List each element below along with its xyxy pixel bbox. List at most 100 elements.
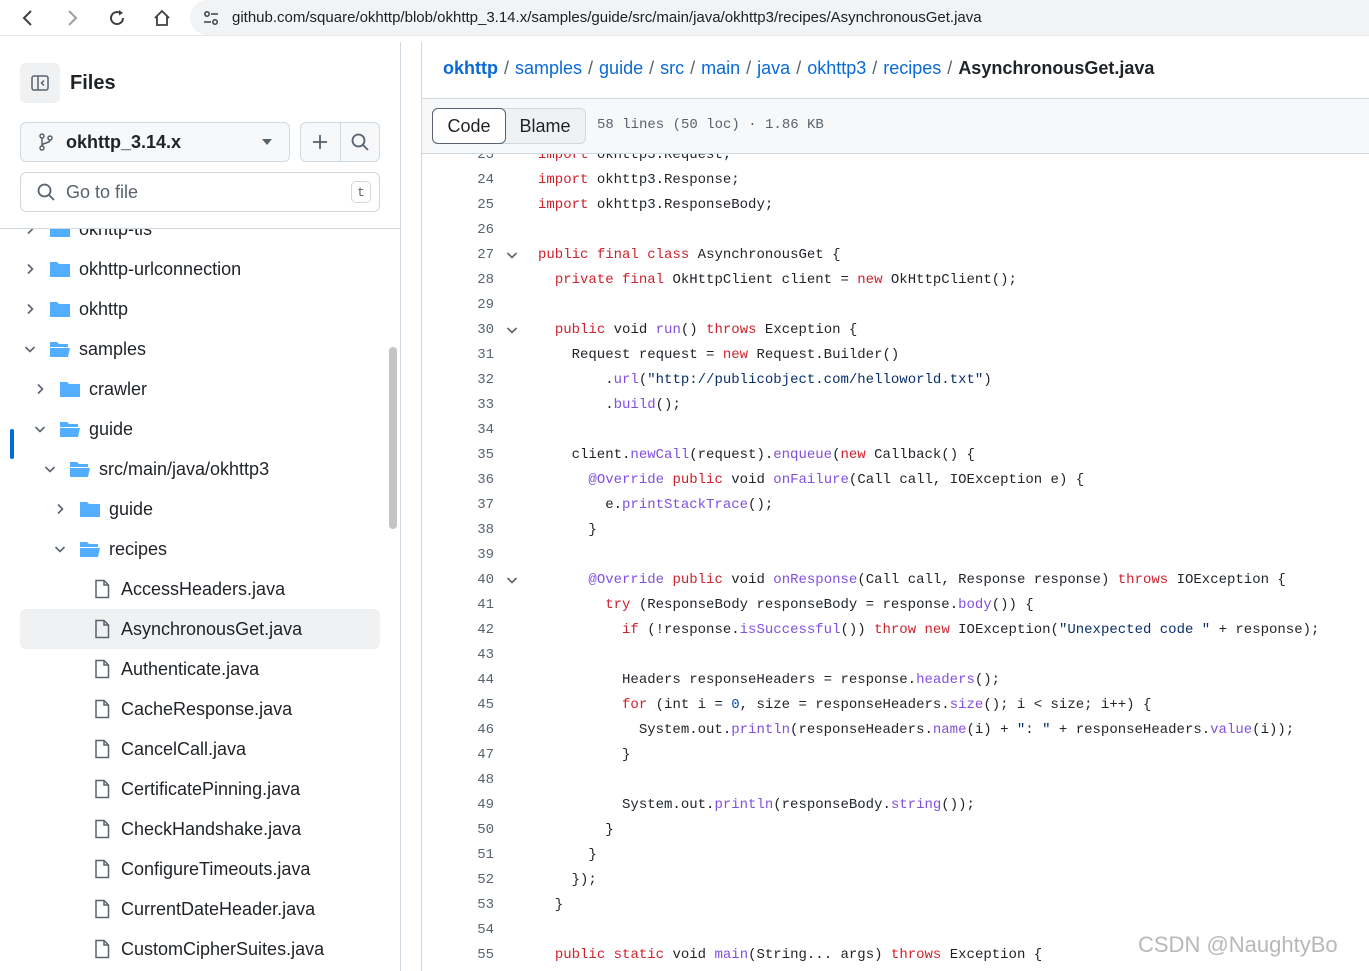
line-number[interactable]: 41 bbox=[422, 597, 494, 613]
line-number[interactable]: 53 bbox=[422, 897, 494, 913]
chevron-right-icon[interactable] bbox=[30, 379, 50, 399]
tree-file[interactable]: ConfigureTimeouts.java bbox=[20, 849, 380, 889]
line-number[interactable]: 45 bbox=[422, 697, 494, 713]
code-line: 50 } bbox=[422, 817, 1369, 842]
line-number[interactable]: 48 bbox=[422, 772, 494, 788]
code-token: body bbox=[958, 596, 992, 613]
collapse-sidebar-button[interactable] bbox=[20, 63, 60, 103]
tab-code[interactable]: Code bbox=[432, 108, 506, 144]
line-number[interactable]: 43 bbox=[422, 647, 494, 663]
tree-folder[interactable]: okhttp-urlconnection bbox=[20, 249, 380, 289]
line-number[interactable]: 37 bbox=[422, 497, 494, 513]
tree-folder[interactable]: guide bbox=[20, 409, 380, 449]
line-number[interactable]: 36 bbox=[422, 472, 494, 488]
code-token: public bbox=[538, 246, 589, 263]
tree-file[interactable]: CurrentDateHeader.java bbox=[20, 889, 380, 929]
breadcrumb-link[interactable]: java bbox=[757, 58, 790, 79]
line-number[interactable]: 38 bbox=[422, 522, 494, 538]
add-file-button[interactable] bbox=[301, 123, 340, 161]
branch-selector[interactable]: okhttp_3.14.x bbox=[20, 122, 290, 162]
go-to-file-input[interactable]: Go to file t bbox=[20, 172, 380, 212]
breadcrumb-link[interactable]: recipes bbox=[883, 58, 941, 79]
breadcrumb-link[interactable]: src bbox=[660, 58, 684, 79]
line-number[interactable]: 25 bbox=[422, 197, 494, 213]
line-number[interactable]: 24 bbox=[422, 172, 494, 188]
tree-file[interactable]: CheckHandshake.java bbox=[20, 809, 380, 849]
code-line: 31 Request request = new Request.Builder… bbox=[422, 342, 1369, 367]
tree-file[interactable]: AsynchronousGet.java bbox=[20, 609, 380, 649]
chevron-down-icon[interactable] bbox=[30, 419, 50, 439]
code-token: build bbox=[613, 396, 656, 413]
line-number[interactable]: 34 bbox=[422, 422, 494, 438]
breadcrumb-link[interactable]: okhttp bbox=[443, 58, 498, 79]
line-number[interactable]: 33 bbox=[422, 397, 494, 413]
chevron-down-icon[interactable] bbox=[40, 459, 60, 479]
line-number[interactable]: 30 bbox=[422, 322, 494, 338]
code-viewer[interactable]: 23 import okhttp3.Request; 24 import okhttp… bbox=[422, 154, 1369, 971]
line-number[interactable]: 40 bbox=[422, 572, 494, 588]
line-number[interactable]: 44 bbox=[422, 672, 494, 688]
address-bar[interactable]: github.com/square/okhttp/blob/okhttp_3.1… bbox=[190, 0, 1369, 35]
line-number[interactable]: 46 bbox=[422, 722, 494, 738]
tree-file[interactable]: Authenticate.java bbox=[20, 649, 380, 689]
breadcrumb-link[interactable]: main bbox=[701, 58, 740, 79]
tree-file[interactable]: AccessHeaders.java bbox=[20, 569, 380, 609]
line-number[interactable]: 23 bbox=[422, 154, 494, 163]
breadcrumb-link[interactable]: guide bbox=[599, 58, 643, 79]
tree-folder[interactable]: recipes bbox=[20, 529, 380, 569]
tree-folder[interactable]: okhttp-tls bbox=[20, 229, 380, 249]
line-number[interactable]: 54 bbox=[422, 922, 494, 938]
code-token: name bbox=[932, 721, 967, 738]
back-button[interactable] bbox=[14, 4, 42, 32]
tree-folder[interactable]: guide bbox=[20, 489, 380, 529]
breadcrumb-link[interactable]: samples bbox=[515, 58, 582, 79]
line-number[interactable]: 28 bbox=[422, 272, 494, 288]
line-number[interactable]: 26 bbox=[422, 222, 494, 238]
reload-button[interactable] bbox=[103, 4, 131, 32]
tree-folder[interactable]: src/main/java/okhttp3 bbox=[20, 449, 380, 489]
chevron-right-icon[interactable] bbox=[20, 229, 40, 239]
line-number[interactable]: 27 bbox=[422, 247, 494, 263]
line-number[interactable]: 42 bbox=[422, 622, 494, 638]
sidebar-scrollbar[interactable] bbox=[389, 347, 397, 529]
code-token: for bbox=[622, 696, 648, 713]
tree-file[interactable]: CustomCipherSuites.java bbox=[20, 929, 380, 969]
line-number[interactable]: 51 bbox=[422, 847, 494, 863]
chevron-right-icon[interactable] bbox=[20, 299, 40, 319]
tab-blame[interactable]: Blame bbox=[505, 109, 585, 143]
tree-file[interactable]: CertificatePinning.java bbox=[20, 769, 380, 809]
chevron-down-icon[interactable] bbox=[50, 539, 70, 559]
url-text[interactable]: github.com/square/okhttp/blob/okhttp_3.1… bbox=[232, 9, 982, 26]
fold-chevron-icon[interactable] bbox=[494, 322, 530, 338]
line-number[interactable]: 31 bbox=[422, 347, 494, 363]
breadcrumb-link[interactable]: okhttp3 bbox=[807, 58, 866, 79]
chevron-right-icon[interactable] bbox=[20, 259, 40, 279]
line-number[interactable]: 49 bbox=[422, 797, 494, 813]
code-token: (Call call, IOException e) { bbox=[848, 471, 1085, 488]
line-number[interactable]: 29 bbox=[422, 297, 494, 313]
fold-chevron-icon[interactable] bbox=[494, 247, 530, 263]
code-token: throws bbox=[706, 321, 757, 338]
line-number[interactable]: 32 bbox=[422, 372, 494, 388]
tree-file[interactable]: CacheResponse.java bbox=[20, 689, 380, 729]
line-number[interactable]: 39 bbox=[422, 547, 494, 563]
home-button[interactable] bbox=[148, 4, 176, 32]
tree-folder[interactable]: crawler bbox=[20, 369, 380, 409]
search-code-button[interactable] bbox=[339, 123, 379, 161]
line-number[interactable]: 35 bbox=[422, 447, 494, 463]
tree-folder[interactable]: okhttp bbox=[20, 289, 380, 329]
line-number[interactable]: 52 bbox=[422, 872, 494, 888]
tree-folder[interactable]: samples bbox=[20, 329, 380, 369]
line-number[interactable]: 55 bbox=[422, 947, 494, 963]
site-settings-icon[interactable] bbox=[202, 9, 220, 27]
chevron-right-icon[interactable] bbox=[50, 499, 70, 519]
forward-button[interactable] bbox=[58, 4, 86, 32]
tree-file[interactable]: CancelCall.java bbox=[20, 729, 380, 769]
line-number[interactable]: 50 bbox=[422, 822, 494, 838]
chevron-down-icon[interactable] bbox=[20, 339, 40, 359]
line-number[interactable]: 47 bbox=[422, 747, 494, 763]
fold-chevron-icon[interactable] bbox=[494, 572, 530, 588]
code-token: private bbox=[554, 271, 614, 288]
arrow-left-icon bbox=[22, 10, 32, 26]
